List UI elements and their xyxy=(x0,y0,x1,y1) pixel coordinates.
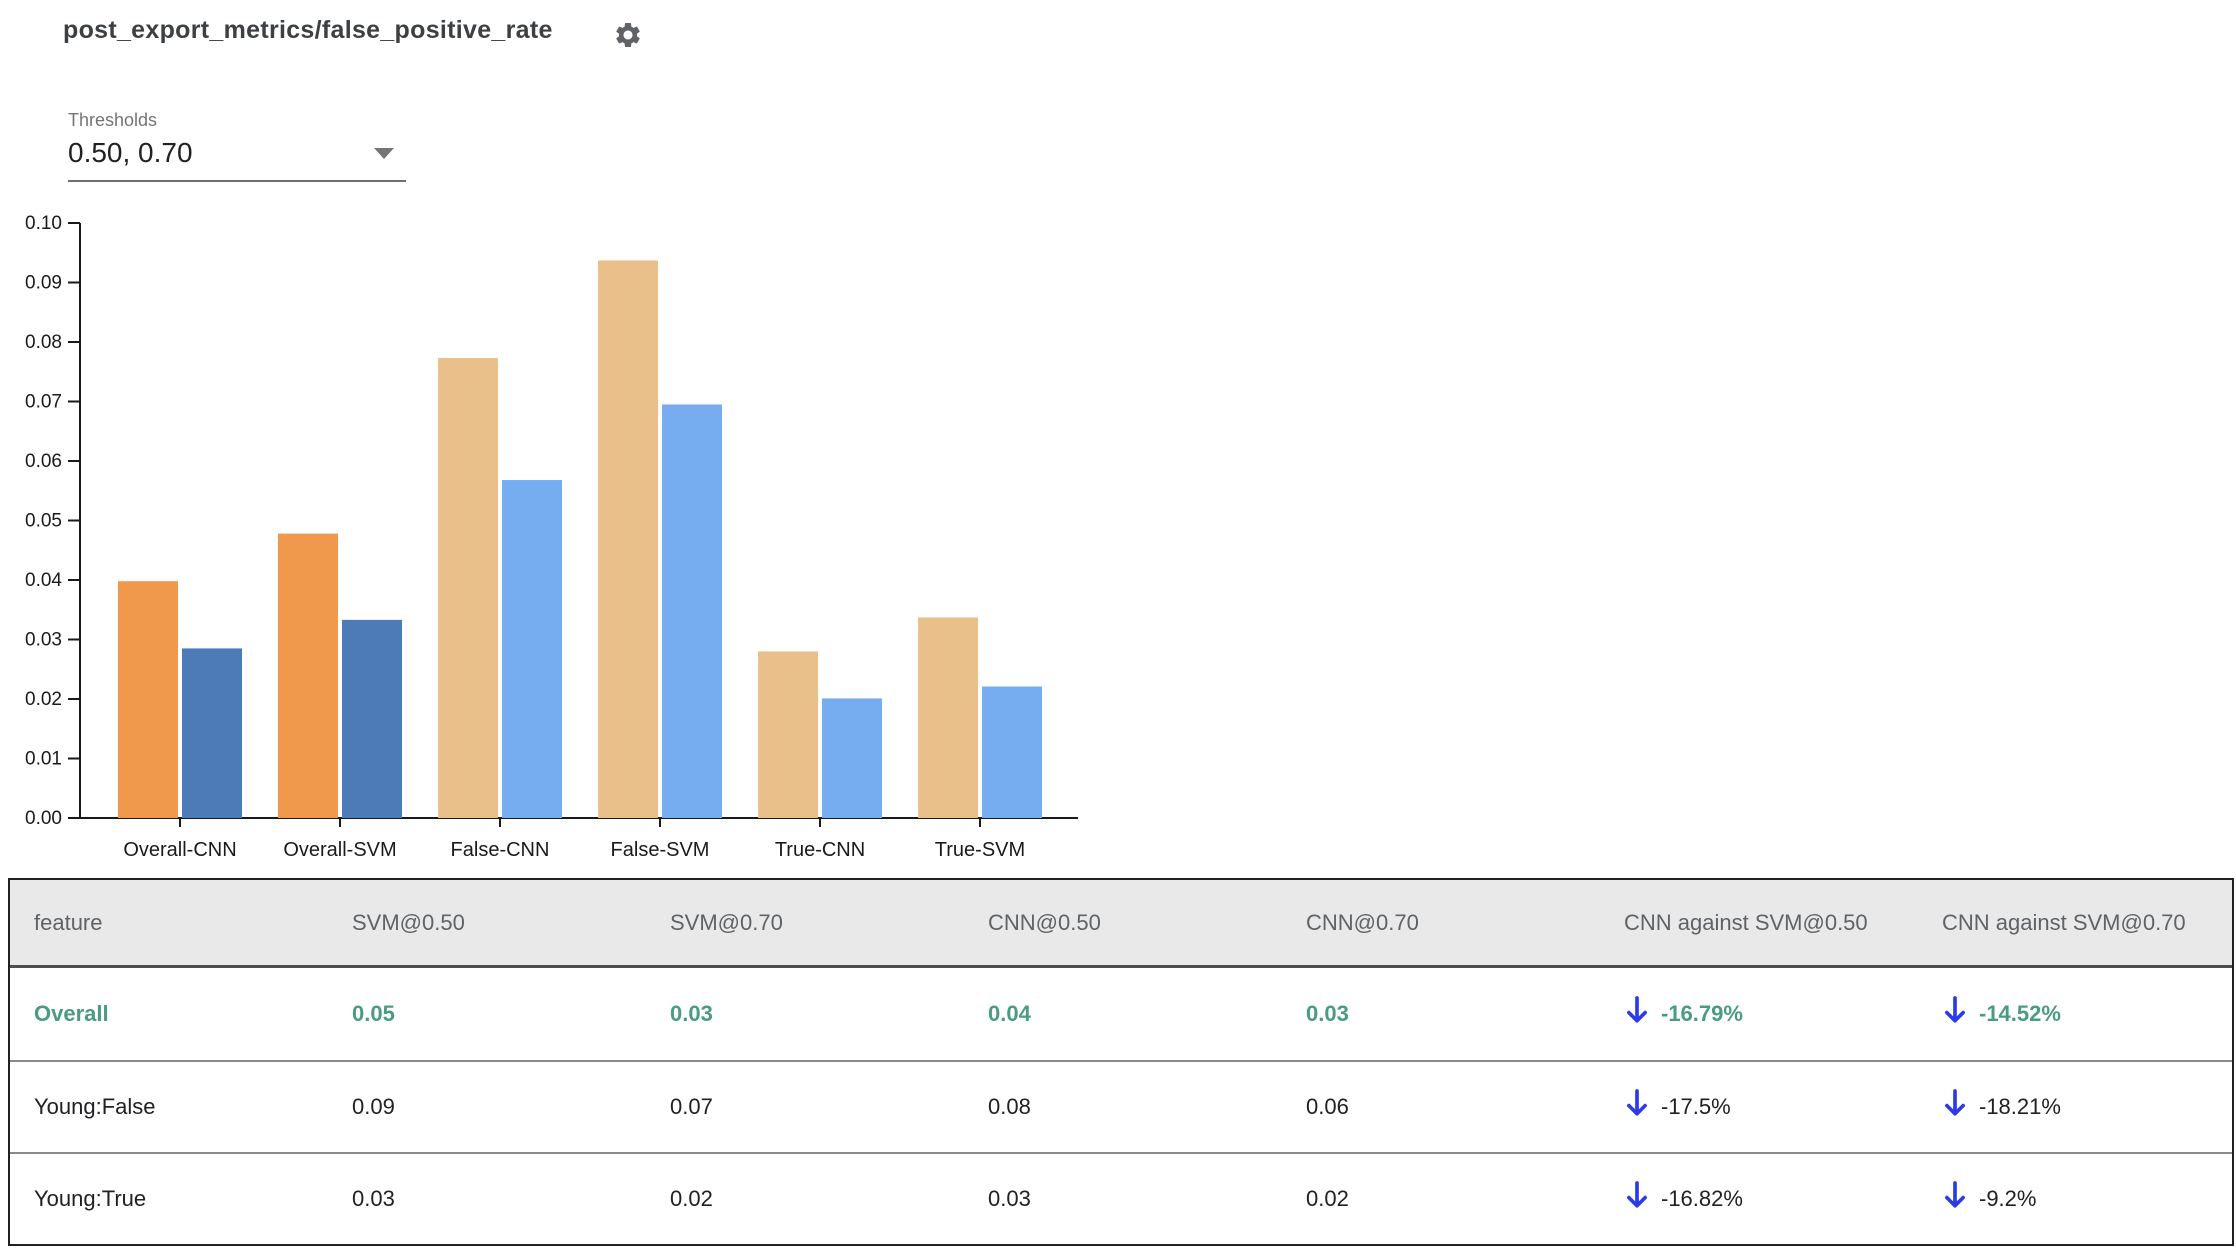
column-header-6: CNN against SVM@0.70 xyxy=(1942,909,2186,935)
bar-True-CNN-threshold0.50[interactable] xyxy=(758,651,818,818)
bar-Overall-SVM-threshold0.50[interactable] xyxy=(278,533,338,818)
metric-cell: 0.08 xyxy=(988,1094,1031,1119)
bar-False-CNN-threshold0.50[interactable] xyxy=(438,358,498,818)
x-tick-label: Overall-CNN xyxy=(123,839,236,861)
metric-cell: 0.06 xyxy=(1306,1094,1349,1119)
table-row-overall: Overall 0.05 0.03 0.04 0.03 -16.79% -14.52% xyxy=(10,968,2232,1060)
feature-cell: Young:False xyxy=(34,1094,156,1119)
metric-cell: 0.09 xyxy=(352,1094,395,1119)
down-arrow-icon xyxy=(1945,1181,1965,1208)
x-tick-label: True-SVM xyxy=(935,839,1025,861)
down-arrow-icon xyxy=(1627,1181,1647,1208)
metric-cell: 0.03 xyxy=(988,1186,1031,1211)
down-arrow-icon xyxy=(1945,1089,1965,1116)
table-body: Overall 0.05 0.03 0.04 0.03 -16.79% -14.52% You… xyxy=(10,968,2232,1244)
bar-False-CNN-threshold0.70[interactable] xyxy=(502,480,562,818)
y-tick-label: 0.04 xyxy=(25,570,62,591)
delta-cell: -16.79% xyxy=(1600,968,1918,1060)
x-tick-label: False-SVM xyxy=(611,839,710,861)
metric-cell: 0.04 xyxy=(988,1001,1031,1026)
bar-True-SVM-threshold0.50[interactable] xyxy=(918,617,978,818)
delta-value: -16.79% xyxy=(1661,1001,1743,1026)
table-header-row: feature SVM@0.50 SVM@0.70 CNN@0.50 CNN@0.70 C… xyxy=(10,880,2232,968)
page-title: post_export_metrics/false_positive_rate xyxy=(63,16,553,44)
bar-Overall-SVM-threshold0.70[interactable] xyxy=(342,619,402,818)
delta-value: -17.5% xyxy=(1661,1094,1731,1119)
metrics-table: feature SVM@0.50 SVM@0.70 CNN@0.50 CNN@0.70 C… xyxy=(8,878,2234,1246)
thresholds-control: Thresholds 0.50, 0.70 xyxy=(68,108,406,182)
bar-False-SVM-threshold0.50[interactable] xyxy=(598,260,658,818)
delta-value: -9.2% xyxy=(1979,1186,2037,1211)
bar-True-CNN-threshold0.70[interactable] xyxy=(822,698,882,818)
y-tick-label: 0.02 xyxy=(25,689,62,710)
y-tick-label: 0.03 xyxy=(25,630,62,651)
delta-value: -14.52% xyxy=(1979,1001,2061,1026)
x-tick-label: Overall-SVM xyxy=(283,839,396,861)
x-tick-label: False-CNN xyxy=(451,839,550,861)
y-tick-label: 0.08 xyxy=(25,332,62,353)
metric-cell: 0.05 xyxy=(352,1001,395,1026)
metric-cell: 0.03 xyxy=(670,1001,713,1026)
down-arrow-icon xyxy=(1945,996,1965,1023)
y-tick-label: 0.01 xyxy=(25,749,62,770)
table-row-young-false: Young:False 0.09 0.07 0.08 0.06 -17.5% -18.21% xyxy=(10,1060,2232,1152)
column-header-2: SVM@0.70 xyxy=(670,909,783,935)
delta-value: -18.21% xyxy=(1979,1094,2061,1119)
y-tick-label: 0.05 xyxy=(25,511,62,532)
bar-Overall-CNN-threshold0.70[interactable] xyxy=(182,648,242,818)
y-tick-label: 0.07 xyxy=(25,392,62,413)
column-header-4: CNN@0.70 xyxy=(1306,909,1419,935)
thresholds-value: 0.50, 0.70 xyxy=(68,137,193,168)
thresholds-select[interactable]: 0.50, 0.70 xyxy=(68,132,406,182)
y-tick-label: 0.10 xyxy=(25,213,62,234)
down-arrow-icon xyxy=(1627,1089,1647,1116)
metric-cell: 0.02 xyxy=(670,1186,713,1211)
column-header-3: CNN@0.50 xyxy=(988,909,1101,935)
metric-cell: 0.07 xyxy=(670,1094,713,1119)
y-tick-label: 0.00 xyxy=(25,808,62,829)
metric-cell: 0.03 xyxy=(1306,1001,1349,1026)
delta-value: -16.82% xyxy=(1661,1186,1743,1211)
gear-icon xyxy=(616,23,640,47)
y-tick-label: 0.09 xyxy=(25,273,62,294)
y-tick-label: 0.06 xyxy=(25,451,62,472)
delta-cell: -16.82% xyxy=(1600,1154,1918,1244)
down-arrow-icon xyxy=(1627,996,1647,1023)
column-header-1: SVM@0.50 xyxy=(352,909,465,935)
metric-cell: 0.02 xyxy=(1306,1186,1349,1211)
metric-cell: 0.03 xyxy=(352,1186,395,1211)
x-tick-label: True-CNN xyxy=(775,839,865,861)
column-header-5: CNN against SVM@0.50 xyxy=(1624,909,1868,935)
false-positive-rate-bar-chart: 0.00 0.01 0.02 0.03 0.04 0.05 0.06 0.07 0.08 0.09… xyxy=(25,213,1078,861)
delta-cell: -14.52% xyxy=(1918,968,2232,1060)
delta-cell: -9.2% xyxy=(1918,1154,2232,1244)
table-row-young-true: Young:True 0.03 0.02 0.03 0.02 -16.82% -9.2% xyxy=(10,1152,2232,1244)
column-header-0: feature xyxy=(34,909,103,935)
settings-button[interactable] xyxy=(612,20,644,52)
bar-False-SVM-threshold0.70[interactable] xyxy=(662,404,722,818)
thresholds-label: Thresholds xyxy=(68,110,158,130)
delta-cell: -18.21% xyxy=(1918,1062,2232,1152)
feature-cell: Overall xyxy=(34,1001,109,1026)
feature-cell: Young:True xyxy=(34,1186,147,1211)
bar-True-SVM-threshold0.70[interactable] xyxy=(982,686,1042,818)
dropdown-caret-icon xyxy=(374,147,394,159)
bar-Overall-CNN-threshold0.50[interactable] xyxy=(118,581,178,818)
delta-cell: -17.5% xyxy=(1600,1062,1918,1152)
